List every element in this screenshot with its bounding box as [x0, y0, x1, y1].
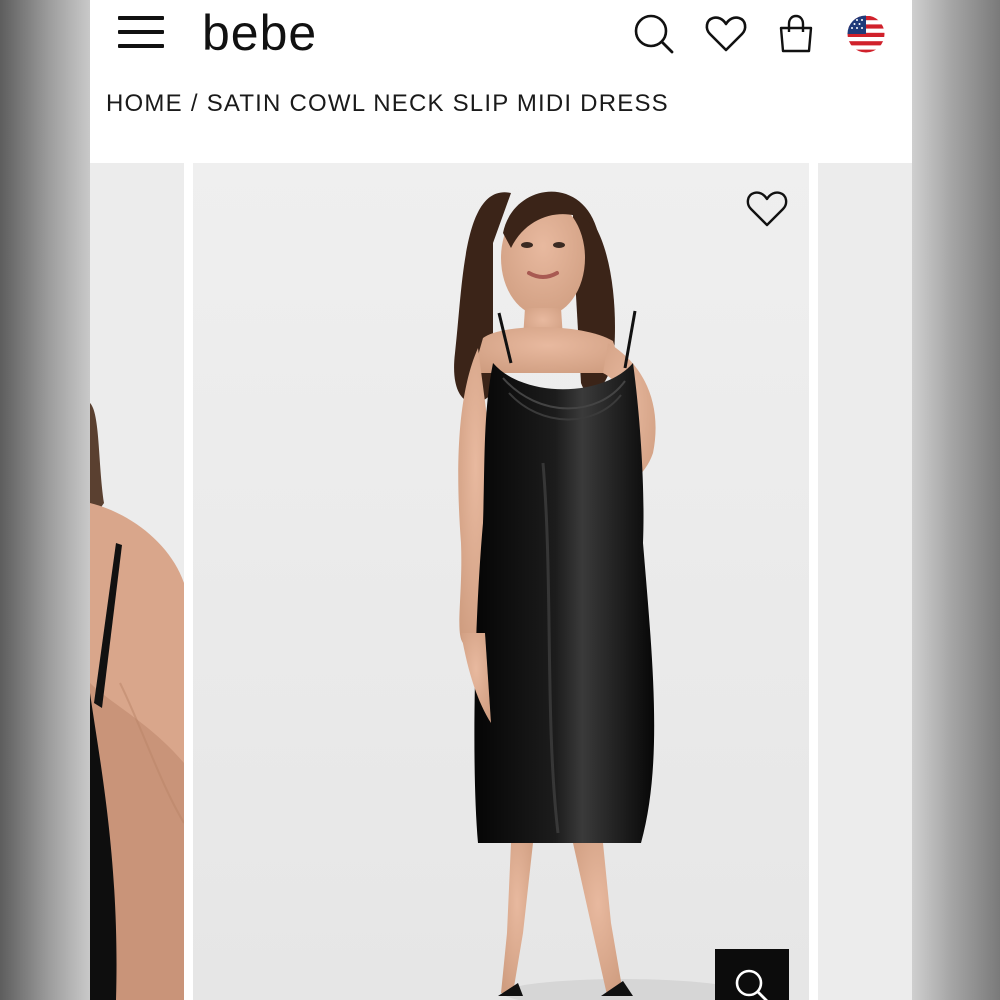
zoom-search-icon	[735, 969, 768, 1000]
left-blurred-backdrop	[0, 0, 90, 1000]
previous-product-image[interactable]	[90, 163, 184, 1000]
site-header: bebe	[90, 0, 912, 70]
product-page: bebe HOME / SATIN COWL NECK SLIP MIDI DR…	[90, 0, 912, 1000]
breadcrumb-home-link[interactable]: HOME	[106, 90, 183, 117]
menu-icon[interactable]	[118, 16, 166, 52]
product-image-gallery[interactable]	[90, 163, 912, 1000]
right-blurred-backdrop	[912, 0, 1000, 1000]
next-product-image[interactable]	[818, 163, 912, 1000]
zoom-button[interactable]	[715, 949, 789, 1000]
shopping-bag-icon[interactable]	[774, 12, 818, 56]
wishlist-heart-icon[interactable]	[704, 12, 748, 56]
search-icon[interactable]	[632, 12, 676, 56]
image-wishlist-heart-icon[interactable]	[745, 187, 789, 231]
us-flag-icon[interactable]	[844, 12, 888, 56]
back-view-photo	[90, 163, 184, 1000]
main-product-image[interactable]	[193, 163, 809, 1000]
breadcrumb-separator: /	[190, 90, 199, 117]
brand-logo[interactable]: bebe	[202, 4, 317, 62]
breadcrumb-current: SATIN COWL NECK SLIP MIDI DRESS	[206, 90, 669, 117]
breadcrumb: HOME / SATIN COWL NECK SLIP MIDI DRESS	[106, 90, 669, 118]
model-in-dress-photo	[193, 163, 809, 1000]
